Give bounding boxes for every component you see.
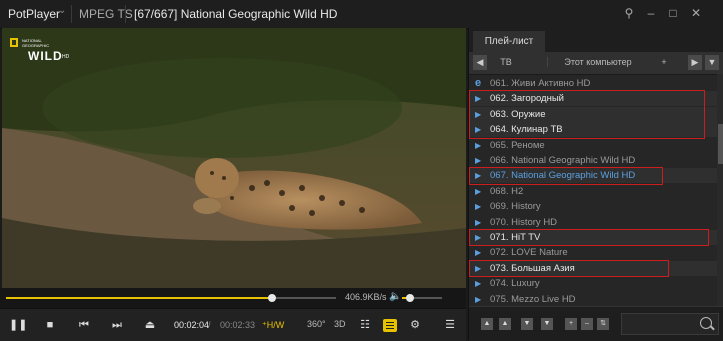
previous-icon[interactable]: ⏮ <box>75 317 93 333</box>
tabs-left-arrow-icon[interactable]: ◀ <box>473 55 487 70</box>
divider <box>125 5 126 23</box>
playlist-item[interactable]: e 061. Живи Активно HD <box>469 76 723 91</box>
remove-item-icon[interactable]: – <box>581 318 593 330</box>
panel-header: Плей-лист <box>469 28 723 52</box>
ie-icon: e <box>475 77 482 89</box>
scrollbar[interactable] <box>717 74 723 306</box>
move-up-icon[interactable]: ▲ <box>499 318 511 330</box>
tab-playlist[interactable]: Плей-лист <box>473 31 545 52</box>
playlist-panel: Плей-лист ◀ ТВ Этот компьютер + ▶ ▼ e 061… <box>468 28 723 341</box>
chapters-icon[interactable]: ☷ <box>356 317 374 333</box>
video-frame[interactable]: NATIONAL GEOGRAPHIC WILD HD <box>2 28 466 288</box>
play-icon: ▶ <box>475 186 482 196</box>
natgeo-frame-icon <box>10 38 18 47</box>
tabs-right-arrow-icon[interactable]: ▶ <box>688 55 702 70</box>
playlist-item-label: 068. H2 <box>490 185 524 197</box>
3d-button[interactable]: 3D <box>334 319 346 329</box>
playlist-item[interactable]: ▶ 072. LOVE Nature <box>469 245 723 260</box>
move-top-icon[interactable]: ▲ <box>481 318 493 330</box>
seek-progress <box>6 297 272 299</box>
settings-gear-icon[interactable]: ⚙ <box>406 317 424 333</box>
total-time: 00:02:33 <box>220 320 256 330</box>
pin-icon[interactable]: ⚲ <box>620 6 638 20</box>
video-scene <box>2 28 466 288</box>
play-icon: ▶ <box>475 217 482 227</box>
stop-icon[interactable]: ■ <box>41 317 59 333</box>
volume-handle[interactable] <box>406 294 414 302</box>
tabs-dropdown-icon[interactable]: ▼ <box>705 55 719 70</box>
logo-hd: HD <box>62 54 70 60</box>
playlist-item-label: 066. National Geographic Wild HD <box>490 155 636 166</box>
tab-this-computer[interactable]: Этот компьютер <box>547 57 648 67</box>
highlight-box <box>469 90 705 139</box>
playlist-item-label: 072. LOVE Nature <box>490 247 568 259</box>
playlist-item[interactable]: ▶ 066. National Geographic Wild HD <box>469 153 723 168</box>
play-icon: ▶ <box>475 202 482 212</box>
move-bottom-icon[interactable]: ▼ <box>541 318 553 330</box>
playlist-footer: ▲ ▲ ▼ ▼ + – ⇅ <box>469 306 723 341</box>
volume-slider[interactable] <box>402 294 442 302</box>
playlist-item-label: 074. Luxury <box>490 278 540 290</box>
sort-icon[interactable]: ⇅ <box>597 318 609 330</box>
highlight-box <box>469 229 709 247</box>
eject-icon[interactable]: ⏏ <box>141 317 159 333</box>
close-icon[interactable]: ✕ <box>687 6 705 20</box>
play-icon: ▶ <box>475 156 482 165</box>
play-icon: ▶ <box>475 140 482 150</box>
logo-subtext: NATIONAL GEOGRAPHIC <box>22 38 50 48</box>
seek-handle[interactable] <box>267 294 276 302</box>
playlist-item[interactable]: ▶ 065. Реноме <box>469 138 723 153</box>
play-icon: ▶ <box>475 294 482 304</box>
playlist-item-label: 069. History <box>490 201 541 213</box>
title-bar: PotPlayer ⌄ MPEG TS [67/667] National Ge… <box>0 0 723 29</box>
play-icon: ▶ <box>475 248 482 258</box>
playlist-item[interactable]: ▶ 075. Mezzo Live HD <box>469 292 723 306</box>
playlist-search[interactable] <box>621 313 719 335</box>
highlight-box <box>469 259 669 278</box>
current-time: 00:02:04 <box>174 320 210 330</box>
next-icon[interactable]: ⏭ <box>108 317 126 333</box>
divider <box>71 5 72 23</box>
minimize-icon[interactable]: – <box>642 6 660 20</box>
seek-area: 406.9KB/s 🔈 <box>0 288 466 308</box>
playlist-tabs: ◀ ТВ Этот компьютер + ▶ ▼ <box>469 52 723 75</box>
playlist-item-label: 075. Mezzo Live HD <box>490 293 576 305</box>
pause-icon[interactable]: ❚❚ <box>9 317 27 333</box>
play-icon: ▶ <box>475 279 482 289</box>
move-down-icon[interactable]: ▼ <box>521 318 533 330</box>
playlist-item[interactable]: ▶ 068. H2 <box>469 184 723 199</box>
playlist-item[interactable]: ▶ 074. Luxury <box>469 276 723 291</box>
playlist-list: e 061. Живи Активно HD ▶ 062. Загородный ▶ 06… <box>469 76 723 306</box>
highlight-box <box>469 167 663 185</box>
hw-label: H/W <box>266 320 285 330</box>
chevron-down-icon[interactable]: ⌄ <box>58 5 66 16</box>
playlist-item[interactable]: ▶ 070. History HD <box>469 215 723 230</box>
hw-decoding-toggle[interactable]: ⁺H/W <box>262 320 284 331</box>
menu-icon[interactable]: ☰ <box>441 317 459 333</box>
control-bar: ❚❚ ■ ⏮ ⏭ ⏏ 00:02:04 / 00:02:33 ⁺H/W 360°… <box>0 308 466 341</box>
playlist-item-label: 070. History HD <box>490 216 558 228</box>
volume-icon[interactable]: 🔈 <box>389 291 401 302</box>
playlist-toggle-icon[interactable] <box>383 319 397 332</box>
scrollbar-thumb[interactable] <box>718 124 723 164</box>
logo-text: WILD <box>28 49 63 63</box>
playlist-item-label: 061. Живи Активно HD <box>490 78 591 89</box>
add-item-icon[interactable]: + <box>565 318 577 330</box>
playlist-item-label: 065. Реноме <box>490 139 545 151</box>
bitrate-readout: 406.9KB/s <box>345 292 387 302</box>
search-icon[interactable] <box>700 317 712 329</box>
vr-360-button[interactable]: 360° <box>307 319 326 329</box>
playlist-item[interactable]: ▶ 069. History <box>469 199 723 214</box>
app-name[interactable]: PotPlayer <box>8 7 60 21</box>
tab-tv[interactable]: ТВ <box>487 57 525 67</box>
time-separator: / <box>208 320 211 330</box>
window-title: [67/667] National Geographic Wild HD <box>134 7 338 21</box>
add-tab-button[interactable]: + <box>654 57 674 67</box>
maximize-icon[interactable]: □ <box>664 6 682 20</box>
seek-bar[interactable] <box>6 294 336 302</box>
